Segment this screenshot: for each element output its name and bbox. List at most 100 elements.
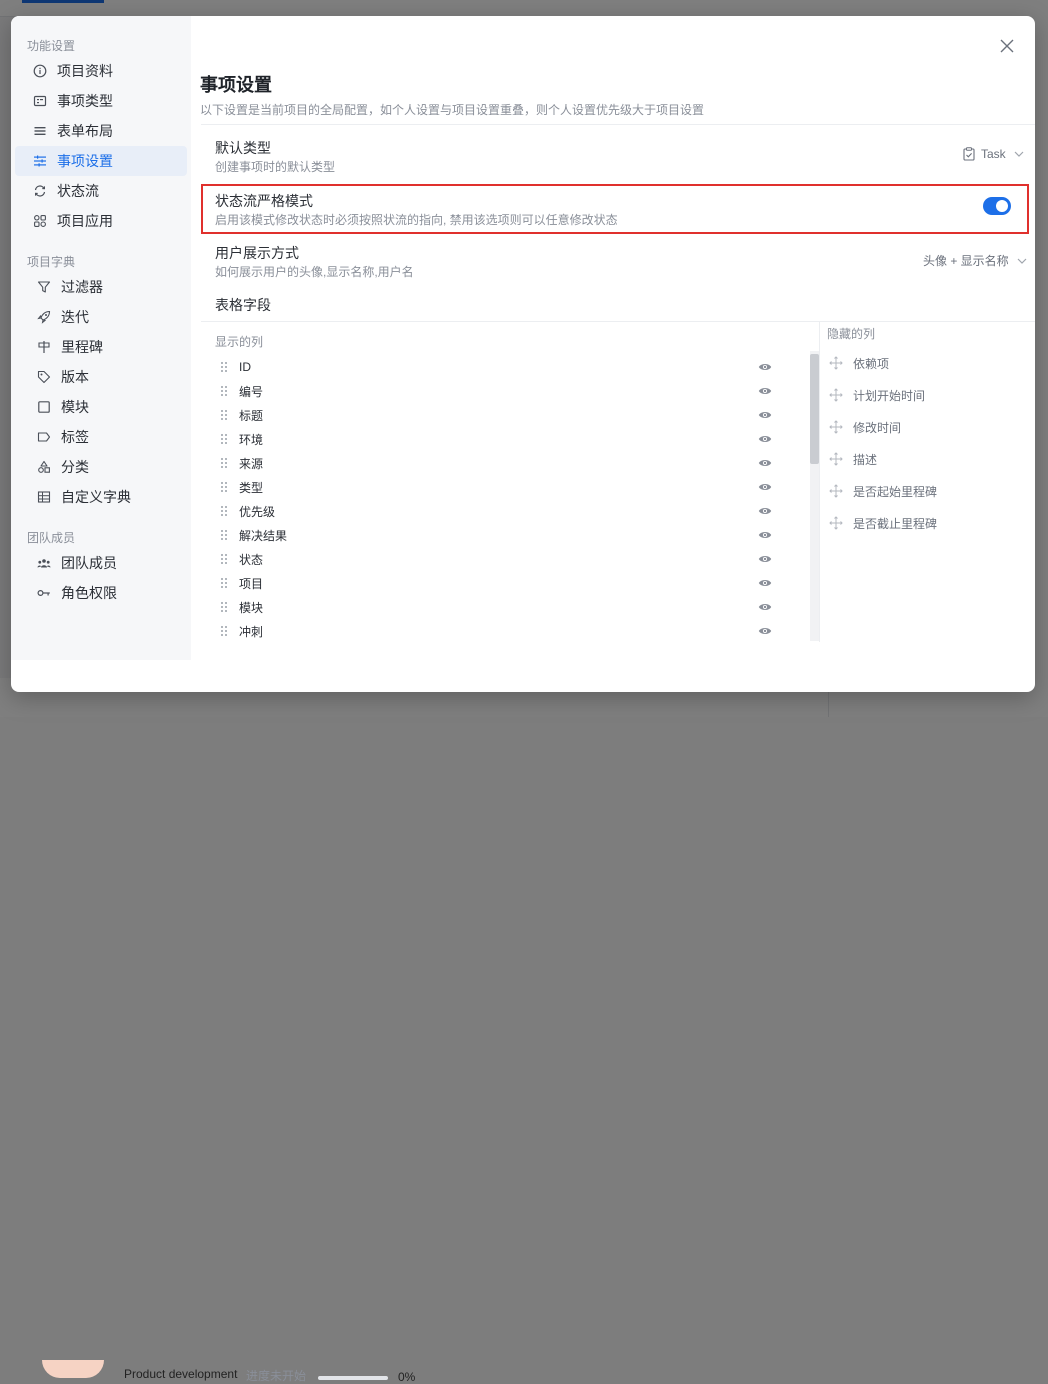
sidebar-item-label: 分类 [61,459,89,475]
drag-handle-icon[interactable] [219,361,229,373]
column-label: 标题 [239,408,264,423]
settings-main: 事项设置 以下设置是当前项目的全局配置，如个人设置与项目设置重叠，则个人设置优先… [191,16,1035,692]
issue-type-icon [33,94,47,108]
drag-handle-icon[interactable] [219,409,229,421]
visible-column-item[interactable]: ID [219,355,779,379]
sidebar-item-form-layout[interactable]: 表单布局 [15,116,187,146]
column-label: 优先级 [239,504,276,519]
move-icon[interactable] [829,484,843,498]
visible-column-item[interactable]: 项目 [219,571,779,595]
sidebar-item-label: 版本 [61,369,89,385]
sidebar-item-versions[interactable]: 版本 [15,362,187,392]
sidebar-item-workflow[interactable]: 状态流 [15,176,187,206]
hidden-columns-title: 隐藏的列 [827,327,876,341]
sidebar-item-label: 模块 [61,399,89,415]
user-display-title: 用户展示方式 [215,245,299,261]
move-icon[interactable] [829,452,843,466]
hidden-column-item[interactable]: 描述 [829,447,877,471]
hidden-column-item[interactable]: 是否起始里程碑 [829,479,937,503]
eye-icon[interactable] [758,529,772,541]
visible-column-item[interactable]: 标题 [219,403,779,427]
eye-icon[interactable] [758,361,772,373]
sidebar-item-issue-settings[interactable]: 事项设置 [15,146,187,176]
sidebar-item-team-members[interactable]: 团队成员 [15,548,187,578]
visible-column-item[interactable]: 优先级 [219,499,779,523]
drag-handle-icon[interactable] [219,481,229,493]
sidebar-item-sprints[interactable]: 迭代 [15,302,187,332]
sidebar-item-role-permissions[interactable]: 角色权限 [15,578,187,608]
sidebar-item-custom-dictionary[interactable]: 自定义字典 [15,482,187,512]
column-label: 是否起始里程碑 [853,484,938,499]
eye-icon[interactable] [758,409,772,421]
strict-workflow-desc: 启用该模式修改状态时必须按照状流的指向, 禁用该选项则可以任意修改状态 [215,213,618,227]
visible-column-item[interactable]: 类型 [219,475,779,499]
user-display-select[interactable]: 头像 + 显示名称 [923,252,1027,269]
drag-handle-icon[interactable] [219,601,229,613]
column-label: 描述 [853,452,878,467]
drag-handle-icon[interactable] [219,385,229,397]
eye-icon[interactable] [758,625,772,637]
move-icon[interactable] [829,516,843,530]
eye-icon[interactable] [758,385,772,397]
drag-handle-icon[interactable] [219,433,229,445]
toggle-knob [996,200,1008,212]
drag-handle-icon[interactable] [219,457,229,469]
eye-icon[interactable] [758,601,772,613]
hidden-column-item[interactable]: 依赖项 [829,351,889,375]
sidebar-item-issue-types[interactable]: 事项类型 [15,86,187,116]
eye-icon[interactable] [758,505,772,517]
hidden-column-item[interactable]: 计划开始时间 [829,383,925,407]
drag-handle-icon[interactable] [219,625,229,637]
sidebar-item-label: 状态流 [57,183,99,199]
eye-icon[interactable] [758,553,772,565]
sidebar-item-modules[interactable]: 模块 [15,392,187,422]
column-label: 冲刺 [239,624,264,639]
issue-settings-icon [33,154,47,168]
hidden-column-item[interactable]: 修改时间 [829,415,901,439]
strict-workflow-toggle[interactable] [983,197,1011,215]
milestone-icon [37,340,51,354]
default-type-select[interactable]: Task [963,147,1024,161]
strict-workflow-title: 状态流严格模式 [215,193,313,209]
drag-handle-icon[interactable] [219,529,229,541]
close-button[interactable] [995,34,1019,58]
move-icon[interactable] [829,388,843,402]
sidebar-item-milestones[interactable]: 里程碑 [15,332,187,362]
move-icon[interactable] [829,356,843,370]
sidebar-item-labels[interactable]: 标签 [15,422,187,452]
column-label: ID [239,360,251,374]
visible-column-item[interactable]: 环境 [219,427,779,451]
sidebar-item-label: 标签 [61,429,89,445]
project-status: 进度未开始 [246,1369,307,1383]
visible-column-item[interactable]: 编号 [219,379,779,403]
drag-handle-icon[interactable] [219,505,229,517]
project-name: Product development [124,1367,238,1381]
visible-column-item[interactable]: 来源 [219,451,779,475]
sidebar-item-label: 事项设置 [57,153,113,169]
scrollbar-thumb[interactable] [810,354,819,464]
visible-column-item[interactable]: 状态 [219,547,779,571]
eye-icon[interactable] [758,577,772,589]
section-title-team: 团队成员 [27,531,76,545]
visible-column-item[interactable]: 模块 [219,595,779,619]
sidebar-item-categories[interactable]: 分类 [15,452,187,482]
drag-handle-icon[interactable] [219,553,229,565]
sidebar-item-label: 角色权限 [61,585,117,601]
eye-icon[interactable] [758,457,772,469]
column-label: 编号 [239,384,264,399]
sidebar-item-project-apps[interactable]: 项目应用 [15,206,187,236]
sidebar-item-label: 项目资料 [57,63,113,79]
eye-icon[interactable] [758,481,772,493]
module-icon [37,400,51,414]
sidebar-item-filters[interactable]: 过滤器 [15,272,187,302]
sidebar-item-project-info[interactable]: 项目资料 [15,56,187,86]
drag-handle-icon[interactable] [219,577,229,589]
hidden-column-item[interactable]: 是否截止里程碑 [829,511,937,535]
eye-icon[interactable] [758,433,772,445]
move-icon[interactable] [829,420,843,434]
column-label: 环境 [239,432,264,447]
visible-column-item[interactable]: 冲刺 [219,619,779,643]
form-layout-icon [33,124,47,138]
chevron-down-icon [1017,258,1027,264]
visible-column-item[interactable]: 解决结果 [219,523,779,547]
